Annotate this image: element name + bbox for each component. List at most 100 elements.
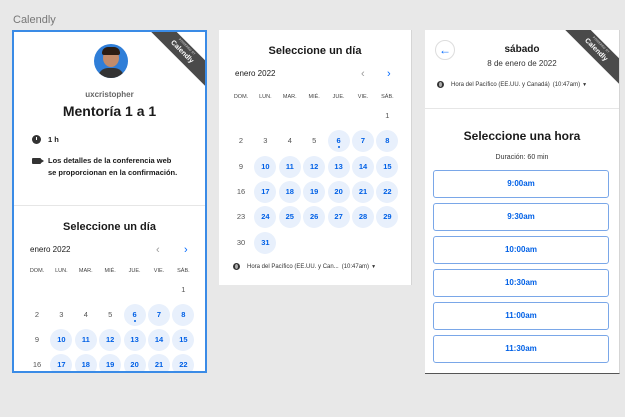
calendar-day-number: 18 — [285, 186, 294, 196]
calendar-day[interactable]: 20 — [123, 354, 146, 371]
select-day-title: Seleccione un día — [268, 45, 362, 57]
chevron-right-icon[interactable]: › — [184, 244, 188, 256]
calendar-day-number: 7 — [156, 310, 162, 319]
today-dot — [337, 146, 340, 149]
calendar-day-number: 21 — [358, 186, 368, 196]
calendar-day[interactable]: 11 — [74, 329, 97, 351]
time-slot-button[interactable]: 10:00am — [433, 236, 609, 264]
conference-note-line1: Los detalles de la conferencia web — [48, 156, 172, 165]
time-slot-button[interactable]: 9:30am — [433, 203, 609, 231]
calendar-day[interactable]: 14 — [352, 155, 374, 178]
calendar-day-number: 2 — [238, 136, 244, 146]
calendar-day[interactable]: 27 — [327, 206, 350, 229]
calendar-day-number: 16 — [32, 360, 42, 369]
calendar-day[interactable]: 24 — [254, 206, 277, 229]
calendar-day-number: 13 — [334, 161, 343, 171]
chevron-left-icon[interactable]: ‹ — [156, 244, 160, 256]
calendar-day[interactable]: 22 — [376, 180, 399, 203]
calendar-day[interactable]: 17 — [50, 354, 73, 371]
time-slot-button[interactable]: 11:00am — [433, 302, 609, 330]
calendar-day[interactable]: 10 — [254, 155, 277, 178]
calendar-day[interactable]: 13 — [123, 329, 146, 351]
select-time-title: Seleccione una hora — [463, 129, 581, 143]
calendar-day[interactable]: 12 — [303, 155, 326, 178]
calendar-day[interactable]: 12 — [99, 329, 122, 351]
calendar-day-number: 1 — [385, 111, 390, 120]
calendar-day[interactable]: 6 — [327, 130, 350, 153]
time-slot-button[interactable]: 10:30am — [433, 269, 609, 297]
powered-by-ribbon[interactable]: POWERED BY Calendly — [148, 32, 205, 89]
calendar-day[interactable]: 29 — [376, 206, 399, 229]
calendar-day: 3 — [254, 130, 276, 152]
calendar-day-number: 22 — [383, 186, 392, 196]
calendar-day[interactable]: 7 — [352, 130, 374, 153]
calendar-day-number: 20 — [130, 360, 139, 369]
calendar-day[interactable]: 31 — [254, 231, 277, 254]
duration-text: 1 h — [48, 135, 59, 144]
globe-icon — [233, 263, 240, 270]
time-slot-button[interactable]: 11:30am — [433, 335, 609, 363]
calendar-day-number: 1 — [181, 285, 186, 294]
calendar-day: 16 — [26, 354, 48, 371]
canvas-label: Calendly — [13, 14, 56, 26]
calendar-day[interactable]: 15 — [376, 155, 399, 178]
calendar-day[interactable]: 28 — [352, 206, 374, 229]
calendar-day: 5 — [303, 130, 325, 152]
weekday-header: JUE. — [332, 94, 345, 100]
chevron-right-icon[interactable]: › — [387, 68, 391, 80]
timezone-label: Hora del Pacífico (EE.UU. y Can... — [247, 263, 339, 270]
divider — [14, 205, 205, 206]
calendar-day[interactable]: 21 — [148, 354, 170, 371]
calendar-day-number: 9 — [34, 335, 40, 344]
calendar-day[interactable]: 7 — [148, 304, 170, 326]
calendar-day-number: 19 — [310, 186, 319, 196]
calendar-day[interactable]: 15 — [172, 329, 195, 351]
conference-row: Los detalles de la conferencia web se pr… — [32, 155, 177, 179]
timezone-selector[interactable]: Hora del Pacífico (EE.UU. y Canadá) (10:… — [437, 81, 587, 88]
calendar-day[interactable]: 10 — [50, 329, 73, 351]
calendar-day: 9 — [230, 156, 252, 178]
weekday-header: MAR. — [282, 94, 297, 100]
caret-down-icon: ▼ — [582, 81, 588, 88]
timezone-selector[interactable]: Hora del Pacífico (EE.UU. y Can... (10:4… — [233, 263, 376, 270]
calendar-day: 3 — [50, 304, 72, 326]
calendar-day-number: 17 — [57, 360, 66, 369]
calendar-day[interactable]: 6 — [123, 304, 146, 326]
calendar-day-number: 11 — [81, 335, 90, 344]
weekday-header: SÁB. — [177, 268, 190, 274]
calendar-day[interactable]: 18 — [278, 180, 301, 203]
month-label: enero 2022 — [30, 245, 71, 254]
month-nav: enero 2022 ‹ › — [219, 68, 411, 83]
calendar-day[interactable]: 17 — [254, 180, 277, 203]
calendar-day-number: 31 — [261, 237, 270, 247]
calendar-day[interactable]: 20 — [327, 180, 350, 203]
calendar-day[interactable]: 14 — [148, 329, 170, 351]
calendar-day-number: 6 — [336, 136, 341, 146]
calendar-day-number: 11 — [285, 161, 294, 171]
calendar-day-number: 15 — [383, 161, 392, 171]
host-name: uxcristopher — [85, 90, 134, 99]
calendar-day-number: 14 — [154, 335, 164, 344]
calendar-day: 4 — [279, 130, 301, 152]
calendar-day[interactable]: 8 — [376, 130, 399, 153]
calendar-day[interactable]: 19 — [303, 180, 326, 203]
calendar-day[interactable]: 25 — [278, 206, 301, 229]
calendar-day[interactable]: 13 — [327, 155, 350, 178]
calendar-frame: Seleccione un día enero 2022 ‹ › Hora de… — [219, 30, 412, 285]
calendar-day-number: 12 — [106, 335, 115, 344]
calendar-day: 2 — [26, 304, 48, 326]
selected-weekday: sábado — [504, 44, 540, 55]
calendar-day[interactable]: 21 — [352, 180, 374, 203]
time-slot-button[interactable]: 9:00am — [433, 170, 609, 198]
calendar-day[interactable]: 18 — [74, 354, 97, 371]
calendar-day-number: 9 — [238, 161, 244, 171]
calendar-day[interactable]: 8 — [172, 304, 195, 326]
event-details-frame: POWERED BY Calendly uxcristopher Mentorí… — [12, 30, 207, 373]
calendar-day-number: 4 — [83, 310, 88, 319]
chevron-left-icon[interactable]: ‹ — [361, 68, 365, 80]
calendar-day-number: 23 — [236, 212, 246, 222]
calendar-day[interactable]: 19 — [99, 354, 122, 371]
calendar-day[interactable]: 11 — [278, 155, 301, 178]
calendar-day[interactable]: 26 — [303, 206, 326, 229]
calendar-day[interactable]: 22 — [172, 354, 195, 371]
